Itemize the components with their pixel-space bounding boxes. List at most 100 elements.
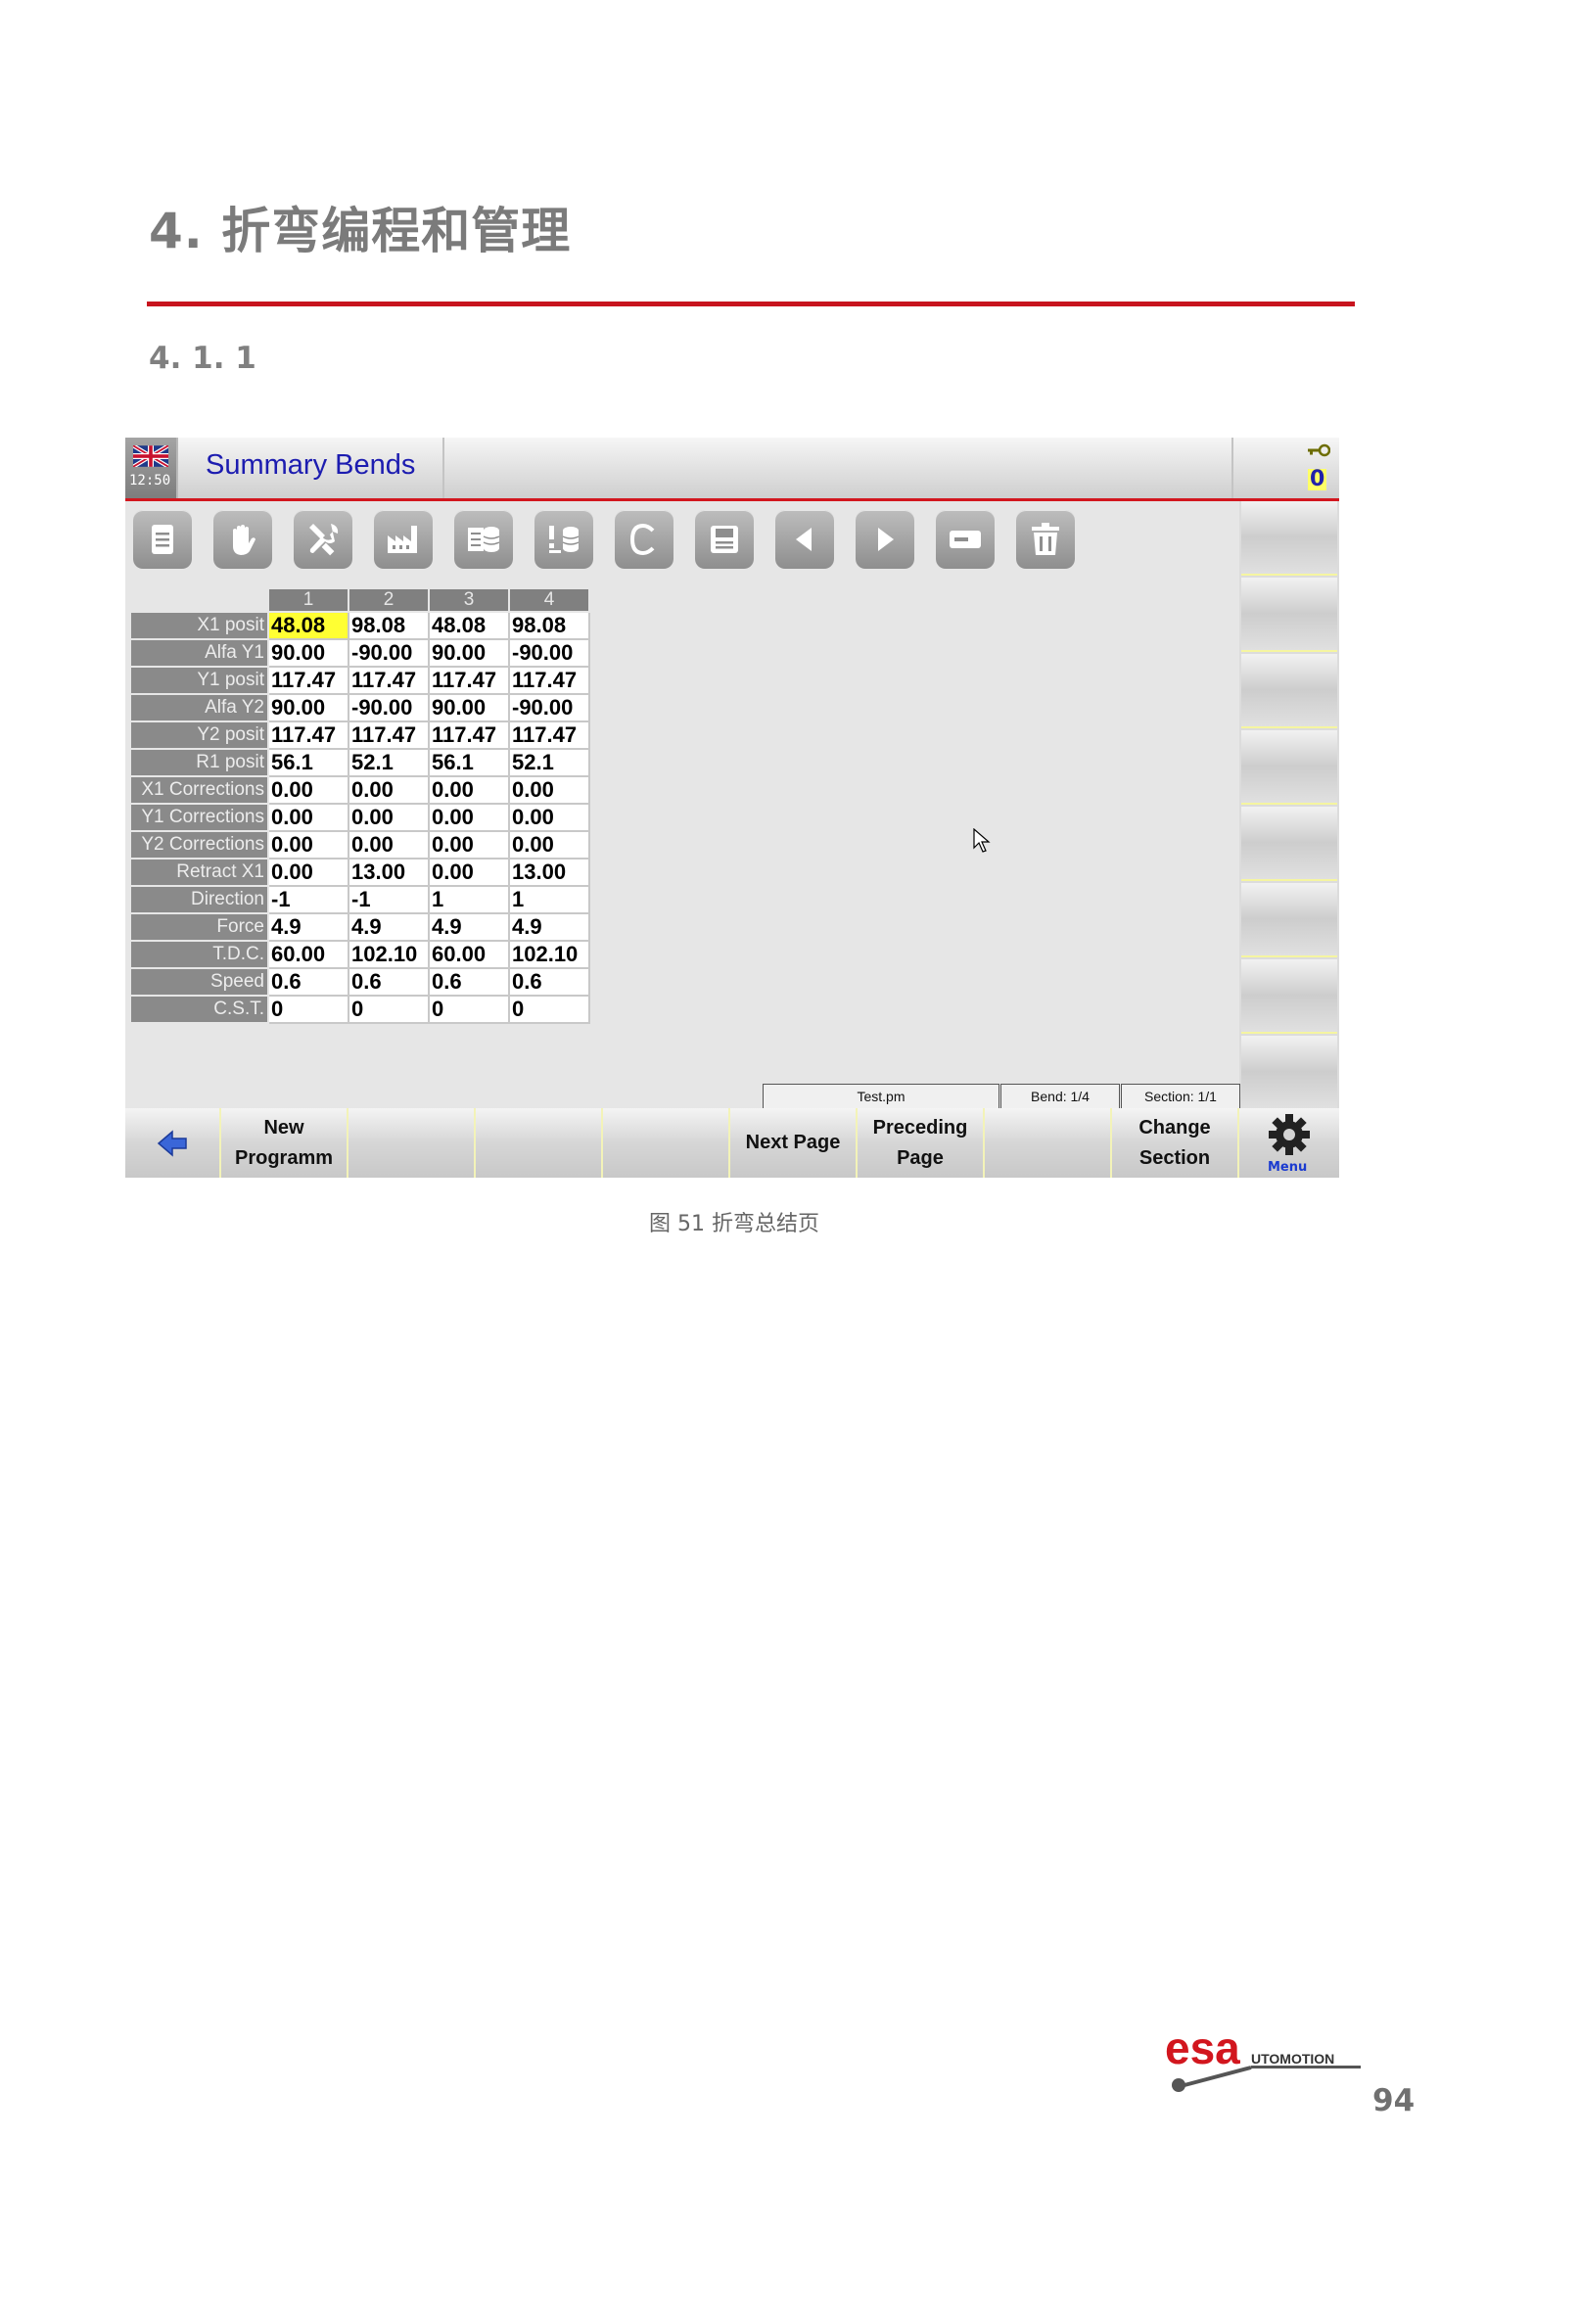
new-program-button[interactable]: New Programm <box>221 1108 348 1178</box>
table-cell[interactable]: 98.08 <box>508 611 590 640</box>
table-cell[interactable]: 0 <box>508 995 590 1024</box>
table-cell[interactable]: 117.47 <box>267 720 349 750</box>
back-button[interactable] <box>125 1108 221 1178</box>
side-softkey[interactable] <box>1241 654 1337 728</box>
side-softkey[interactable] <box>1241 730 1337 805</box>
column-header[interactable]: 4 <box>508 587 590 613</box>
table-cell[interactable]: 0.6 <box>508 967 590 997</box>
table-cell[interactable]: 117.47 <box>267 666 349 695</box>
table-cell[interactable]: 102.10 <box>508 940 590 969</box>
previous-button[interactable] <box>775 510 834 569</box>
table-cell[interactable]: 0 <box>348 995 430 1024</box>
table-cell[interactable]: 0.00 <box>348 803 430 832</box>
table-cell[interactable]: 0 <box>267 995 349 1024</box>
table-cell[interactable]: 4.9 <box>508 912 590 942</box>
softkey-empty[interactable] <box>348 1108 476 1178</box>
table-cell[interactable]: 0.00 <box>428 830 510 860</box>
table-cell[interactable]: 0.00 <box>267 830 349 860</box>
bend-summary-table: 1 2 3 4 X1 posit 48.08 98.08 48.08 98.08 Alf… <box>129 587 590 1024</box>
table-cell[interactable]: 0.00 <box>267 858 349 887</box>
table-row: Alfa Y2 90.00 -90.00 90.00 -90.00 <box>129 693 590 722</box>
side-softkey[interactable] <box>1241 501 1337 576</box>
table-cell[interactable]: 0 <box>428 995 510 1024</box>
table-cell[interactable]: 48.08 <box>267 611 349 640</box>
table-cell[interactable]: 0.00 <box>508 830 590 860</box>
table-cell[interactable]: -90.00 <box>348 638 430 668</box>
table-cell[interactable]: 13.00 <box>348 858 430 887</box>
side-softkey[interactable] <box>1241 883 1337 957</box>
table-cell[interactable]: 0.00 <box>348 830 430 860</box>
table-cell[interactable]: 0.00 <box>428 775 510 805</box>
table-cell[interactable]: 52.1 <box>508 748 590 777</box>
table-cell[interactable]: 117.47 <box>508 666 590 695</box>
table-cell[interactable]: -1 <box>348 885 430 914</box>
table-cell[interactable]: 0.6 <box>428 967 510 997</box>
table-cell[interactable]: 0.00 <box>267 775 349 805</box>
side-softkey[interactable] <box>1241 807 1337 881</box>
table-cell[interactable]: 56.1 <box>267 748 349 777</box>
table-cell[interactable]: -1 <box>267 885 349 914</box>
table-cell[interactable]: 0.00 <box>348 775 430 805</box>
table-cell[interactable]: 1 <box>428 885 510 914</box>
table-cell[interactable]: 117.47 <box>508 720 590 750</box>
table-cell[interactable]: 90.00 <box>267 693 349 722</box>
table-cell[interactable]: 56.1 <box>428 748 510 777</box>
tools-button[interactable] <box>294 510 352 569</box>
c-button[interactable] <box>615 510 673 569</box>
trash-icon <box>1032 523 1059 555</box>
row-label: C.S.T. <box>129 995 269 1024</box>
table-cell[interactable]: 90.00 <box>428 693 510 722</box>
softkey-empty[interactable] <box>603 1108 730 1178</box>
table-cell[interactable]: 52.1 <box>348 748 430 777</box>
title-separator <box>1231 438 1233 498</box>
table-cell[interactable]: -90.00 <box>508 638 590 668</box>
database-list-button[interactable] <box>454 510 513 569</box>
side-softkey[interactable] <box>1241 1036 1337 1110</box>
production-button[interactable] <box>374 510 433 569</box>
table-cell[interactable]: 117.47 <box>428 720 510 750</box>
manual-button[interactable] <box>213 510 272 569</box>
softkey-empty[interactable] <box>985 1108 1112 1178</box>
table-cell[interactable]: 0.00 <box>428 803 510 832</box>
side-softkey[interactable] <box>1241 959 1337 1034</box>
table-cell[interactable]: 13.00 <box>508 858 590 887</box>
language-selector[interactable]: 12:50 <box>125 438 176 498</box>
table-cell[interactable]: 4.9 <box>428 912 510 942</box>
program-button[interactable] <box>133 510 192 569</box>
save-button[interactable] <box>695 510 754 569</box>
table-cell[interactable]: 60.00 <box>267 940 349 969</box>
database-edit-button[interactable] <box>534 510 593 569</box>
column-header[interactable]: 3 <box>428 587 510 613</box>
side-softkey[interactable] <box>1241 578 1337 652</box>
delete-button[interactable] <box>1016 510 1075 569</box>
card-button[interactable] <box>936 510 995 569</box>
change-section-button[interactable]: Change Section <box>1112 1108 1239 1178</box>
table-cell[interactable]: 117.47 <box>348 666 430 695</box>
table-cell[interactable]: 48.08 <box>428 611 510 640</box>
column-header[interactable]: 2 <box>348 587 430 613</box>
table-cell[interactable]: 0.6 <box>267 967 349 997</box>
column-header[interactable]: 1 <box>267 587 349 613</box>
table-cell[interactable]: 0.6 <box>348 967 430 997</box>
table-cell[interactable]: 117.47 <box>428 666 510 695</box>
table-cell[interactable]: -90.00 <box>348 693 430 722</box>
table-cell[interactable]: 1 <box>508 885 590 914</box>
table-cell[interactable]: 4.9 <box>267 912 349 942</box>
table-cell[interactable]: 60.00 <box>428 940 510 969</box>
table-cell[interactable]: 0.00 <box>428 858 510 887</box>
table-cell[interactable]: 117.47 <box>348 720 430 750</box>
table-cell[interactable]: 0.00 <box>267 803 349 832</box>
preceding-page-button[interactable]: Preceding Page <box>858 1108 985 1178</box>
table-cell[interactable]: 90.00 <box>267 638 349 668</box>
next-page-button[interactable]: Next Page <box>730 1108 858 1178</box>
table-cell[interactable]: 4.9 <box>348 912 430 942</box>
factory-icon <box>388 526 417 553</box>
table-cell[interactable]: 0.00 <box>508 775 590 805</box>
table-cell[interactable]: -90.00 <box>508 693 590 722</box>
table-cell[interactable]: 90.00 <box>428 638 510 668</box>
table-cell[interactable]: 0.00 <box>508 803 590 832</box>
softkey-empty[interactable] <box>476 1108 603 1178</box>
table-cell[interactable]: 102.10 <box>348 940 430 969</box>
table-cell[interactable]: 98.08 <box>348 611 430 640</box>
next-button[interactable] <box>856 510 914 569</box>
